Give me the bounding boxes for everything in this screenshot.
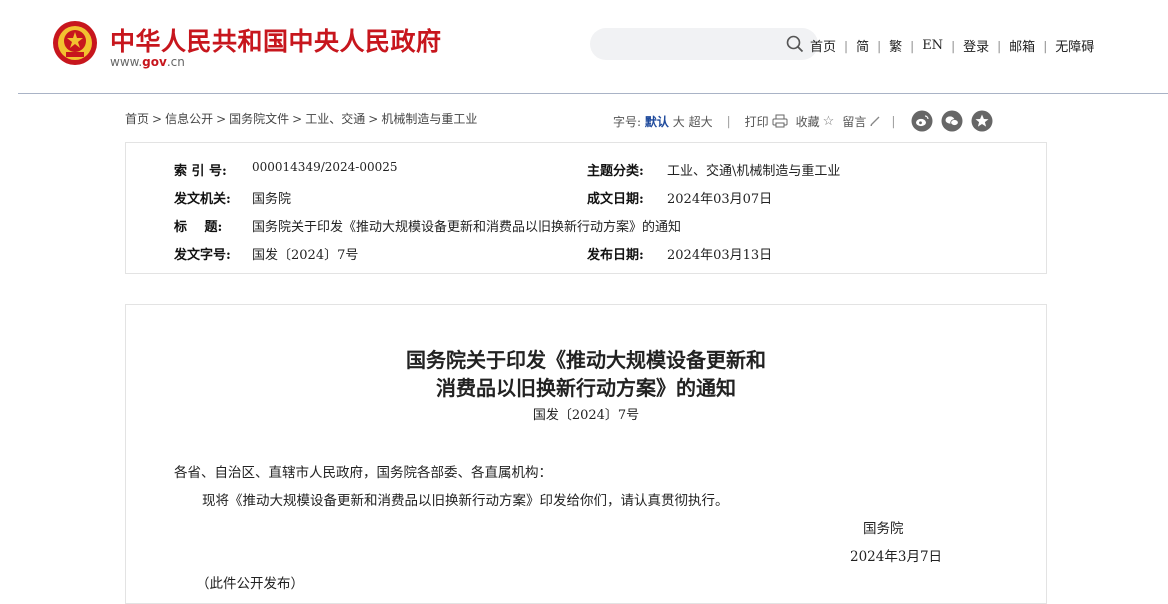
toolbar-separator: | xyxy=(726,114,731,128)
nav-separator: | xyxy=(910,38,915,53)
document-date: 2024年3月7日 xyxy=(850,549,943,565)
search-icon[interactable] xyxy=(786,35,804,53)
document-number: 国发〔2024〕7号 xyxy=(532,408,640,423)
comment-button[interactable]: 留言 xyxy=(842,113,866,130)
weibo-icon[interactable] xyxy=(911,110,933,132)
nav-mail[interactable]: 邮箱 xyxy=(1009,36,1035,55)
index-label: 索 引 号: xyxy=(174,164,227,179)
written-date-label: 成文日期: xyxy=(587,192,644,207)
breadcrumb-home[interactable]: 首页 xyxy=(125,112,149,126)
pencil-icon[interactable] xyxy=(869,115,881,127)
font-size-xlarge[interactable]: 超大 xyxy=(689,113,713,130)
nav-traditional[interactable]: 繁 xyxy=(889,36,902,55)
search-input[interactable] xyxy=(590,28,818,60)
nav-separator: | xyxy=(951,38,956,53)
site-domain: www.gov.cn xyxy=(110,55,185,69)
written-date-value: 2024年03月07日 xyxy=(667,192,773,207)
document-salutation: 各省、自治区、直辖市人民政府，国务院各部委、各直属机构： xyxy=(174,465,552,481)
document-body-paragraph: 现将《推动大规模设备更新和消费品以旧换新行动方案》印发给你们，请认真贯彻执行。 xyxy=(202,493,729,509)
header-divider xyxy=(18,93,1168,94)
breadcrumb-state-council-docs[interactable]: 国务院文件 xyxy=(229,112,289,126)
document-title-line1: 国务院关于印发《推动大规模设备更新和 xyxy=(406,348,766,372)
doc-number-value: 国发〔2024〕7号 xyxy=(252,248,359,263)
issuer-label: 发文机关: xyxy=(174,192,231,207)
issuer-value: 国务院 xyxy=(252,192,292,207)
nav-login[interactable]: 登录 xyxy=(963,36,989,55)
nav-separator: | xyxy=(997,38,1002,53)
topic-value: 工业、交通\机械制造与重工业 xyxy=(667,164,841,179)
breadcrumb: 首页 > 信息公开 > 国务院文件 > 工业、交通 > 机械制造与重工业 xyxy=(125,112,478,126)
title-value: 国务院关于印发《推动大规模设备更新和消费品以旧换新行动方案》的通知 xyxy=(252,220,682,235)
wechat-icon[interactable] xyxy=(941,110,963,132)
document-signer: 国务院 xyxy=(863,521,904,537)
top-nav: 首页 | 简 | 繁 | EN | 登录 | 邮箱 | 无障碍 xyxy=(810,36,1094,55)
favorite-button[interactable]: 收藏 xyxy=(796,113,820,130)
toolbar-separator: | xyxy=(891,114,896,128)
printer-icon[interactable] xyxy=(772,114,788,128)
site-title[interactable]: 中华人民共和国中央人民政府 xyxy=(110,22,442,58)
topic-label: 主题分类: xyxy=(587,164,644,179)
document-title-line2: 消费品以旧换新行动方案》的通知 xyxy=(436,376,736,400)
publish-date-value: 2024年03月13日 xyxy=(667,248,773,263)
breadcrumb-industry-transport[interactable]: 工业、交通 xyxy=(305,112,365,126)
nav-english[interactable]: EN xyxy=(922,38,943,53)
print-button[interactable]: 打印 xyxy=(745,113,769,130)
index-value: 000014349/2024-00025 xyxy=(252,160,398,174)
font-size-large[interactable]: 大 xyxy=(673,113,685,130)
article-toolbar: 字号: 默认 大 超大 | 打印 收藏 ☆ 留言 | xyxy=(613,110,993,132)
publish-date-label: 发布日期: xyxy=(587,248,644,263)
publication-note: （此件公开发布） xyxy=(196,576,304,592)
nav-simplified[interactable]: 简 xyxy=(856,36,869,55)
nav-separator: | xyxy=(844,38,849,53)
nav-separator: | xyxy=(877,38,882,53)
breadcrumb-info-public[interactable]: 信息公开 xyxy=(165,112,213,126)
breadcrumb-machinery[interactable]: 机械制造与重工业 xyxy=(381,112,477,126)
font-size-default[interactable]: 默认 xyxy=(645,113,669,130)
title-label: 标 题: xyxy=(174,220,223,235)
favorites-star-icon[interactable] xyxy=(971,110,993,132)
nav-home[interactable]: 首页 xyxy=(810,36,836,55)
star-icon[interactable]: ☆ xyxy=(823,114,835,129)
national-emblem-logo[interactable] xyxy=(52,20,98,66)
nav-accessibility[interactable]: 无障碍 xyxy=(1055,36,1094,55)
font-size-label: 字号: xyxy=(613,114,642,129)
nav-separator: | xyxy=(1043,38,1048,53)
doc-number-label: 发文字号: xyxy=(174,248,231,263)
